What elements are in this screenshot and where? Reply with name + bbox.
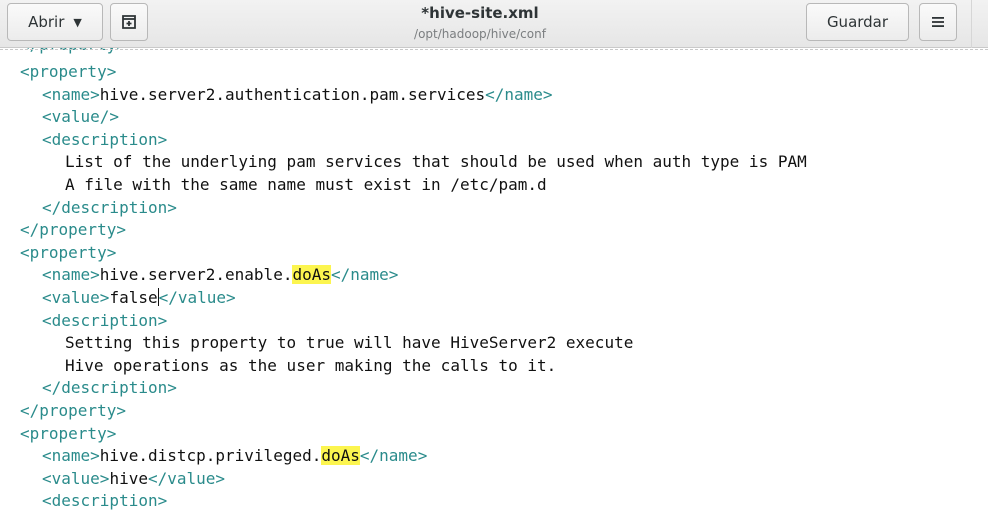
code-line: <description> bbox=[42, 310, 168, 330]
code-line: </description> bbox=[42, 378, 177, 398]
header-bar: Abrir ▼ *hive-site.xml /opt/hadoop/hive/… bbox=[0, 0, 988, 48]
code-line: <name>hive.server2.authentication.pam.se… bbox=[42, 84, 553, 107]
xml-tag: </name> bbox=[485, 84, 553, 104]
hamburger-menu-icon bbox=[932, 17, 944, 27]
xml-tag: </value> bbox=[158, 288, 236, 307]
xml-tag: <value> bbox=[42, 288, 110, 307]
document-title: *hive-site.xml bbox=[421, 4, 539, 22]
xml-text: hive.distcp.privileged. bbox=[99, 446, 322, 466]
save-button-label: Guardar bbox=[826, 13, 889, 31]
search-highlight: doAs bbox=[321, 446, 360, 466]
new-document-button[interactable] bbox=[110, 3, 148, 41]
xml-tag: </name> bbox=[359, 446, 428, 466]
window-title-area: *hive-site.xml /opt/hadoop/hive/conf bbox=[380, 3, 580, 43]
xml-text: false bbox=[109, 288, 158, 307]
code-line: List of the underlying pam services that… bbox=[65, 152, 807, 172]
search-highlight: doAs bbox=[292, 265, 331, 285]
xml-tag: </name> bbox=[330, 265, 399, 285]
xml-text: hive.server2.authentication.pam.services bbox=[99, 84, 486, 104]
code-line: Setting this property to true will have … bbox=[65, 333, 634, 353]
xml-tag: <name> bbox=[42, 265, 100, 285]
caret-down-icon: ▼ bbox=[73, 15, 82, 29]
code-line: </description> bbox=[42, 197, 177, 217]
window-edge bbox=[971, 0, 972, 48]
xml-tag: <name> bbox=[42, 446, 100, 466]
xml-text: hive bbox=[109, 468, 148, 488]
code-line: <description> bbox=[42, 129, 168, 149]
code-line: <value>hive</value> bbox=[42, 468, 225, 491]
code-line: <property> bbox=[20, 423, 117, 443]
code-line: </property> bbox=[20, 401, 126, 420]
code-line: <property> bbox=[20, 242, 117, 262]
code-line: <name>hive.server2.enable.doAs</name> bbox=[42, 264, 398, 287]
open-button[interactable]: Abrir ▼ bbox=[7, 3, 103, 41]
save-button[interactable]: Guardar bbox=[806, 3, 909, 41]
code-line: </property> bbox=[20, 220, 126, 240]
scroll-divider bbox=[0, 49, 988, 50]
code-line: <name>hive.distcp.privileged.doAs</name> bbox=[42, 445, 427, 468]
new-tab-icon bbox=[122, 15, 136, 29]
xml-tag: </value> bbox=[147, 468, 226, 488]
code-line: <property> bbox=[20, 62, 117, 81]
text-editor[interactable]: </property> <property> <name>hive.server… bbox=[0, 48, 988, 526]
document-path: /opt/hadoop/hive/conf bbox=[414, 27, 546, 41]
xml-tag: <value> bbox=[42, 468, 110, 488]
open-button-label: Abrir bbox=[28, 13, 65, 31]
code-line: A file with the same name must exist in … bbox=[65, 175, 547, 194]
xml-tag: <name> bbox=[42, 84, 100, 104]
xml-text: hive.server2.enable. bbox=[99, 265, 293, 285]
menu-button[interactable] bbox=[919, 3, 957, 41]
code-line: <value/> bbox=[42, 107, 120, 127]
code-line: <value>false</value> bbox=[42, 287, 236, 310]
code-line: <description> bbox=[42, 491, 168, 511]
code-line: Hive operations as the user making the c… bbox=[65, 355, 557, 375]
